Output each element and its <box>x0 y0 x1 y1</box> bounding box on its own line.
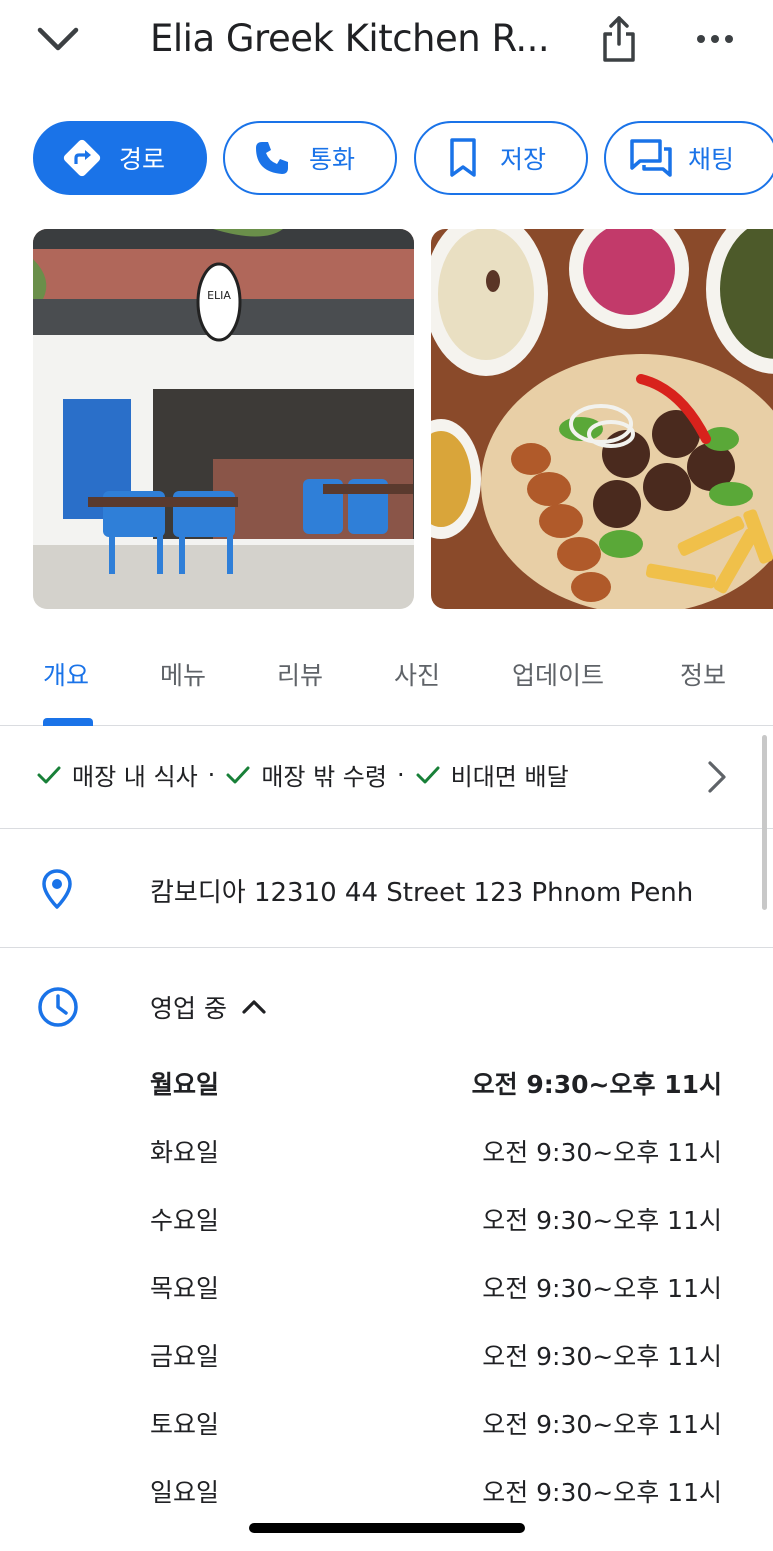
bookmark-icon <box>440 135 486 181</box>
hours-day: 금요일 <box>150 1342 220 1371</box>
check-icon <box>415 765 441 785</box>
check-icon <box>225 765 251 785</box>
service-takeout: 매장 밖 수령 <box>261 763 387 791</box>
photo-carousel: ELIA <box>33 229 773 609</box>
hours-day: 수요일 <box>150 1206 220 1235</box>
share-icon <box>603 16 635 62</box>
share-button[interactable] <box>594 12 644 66</box>
directions-button[interactable]: 경로 <box>33 121 207 195</box>
tab-about[interactable]: 정보 <box>680 656 726 692</box>
phone-icon <box>249 135 295 181</box>
service-options-row[interactable]: 매장 내 식사 · 매장 밖 수령 · 비대면 배달 <box>0 727 773 829</box>
check-icon <box>36 765 62 785</box>
more-horizontal-icon <box>697 35 733 43</box>
chat-icon <box>628 135 674 181</box>
tab-overview[interactable]: 개요 <box>43 656 89 692</box>
tab-reviews[interactable]: 리뷰 <box>277 656 323 692</box>
hours-row: 목요일 오전 9:30~오후 11시 <box>150 1269 722 1309</box>
chat-label: 채팅 <box>688 145 735 174</box>
tab-updates[interactable]: 업데이트 <box>512 656 604 692</box>
hours-time: 오전 9:30~오후 11시 <box>482 1478 722 1507</box>
service-separator: · <box>396 760 405 789</box>
food-photo[interactable] <box>431 229 773 609</box>
hours-time: 오전 9:30~오후 11시 <box>482 1274 722 1303</box>
more-button[interactable] <box>690 14 740 64</box>
hours-time: 오전 9:30~오후 11시 <box>482 1342 722 1371</box>
address-text: 캄보디아 12310 44 Street 123 Phnom Penh <box>150 878 694 908</box>
hours-row: 화요일 오전 9:30~오후 11시 <box>150 1133 722 1173</box>
service-delivery: 비대면 배달 <box>450 763 569 791</box>
hours-row: 월요일 오전 9:30~오후 11시 <box>150 1065 722 1105</box>
hours-time: 오전 9:30~오후 11시 <box>482 1206 722 1235</box>
chevron-up-icon <box>241 999 267 1015</box>
hours-time: 오전 9:30~오후 11시 <box>482 1410 722 1439</box>
hours-day: 목요일 <box>150 1274 220 1303</box>
address-row[interactable]: 캄보디아 12310 44 Street 123 Phnom Penh <box>0 830 773 948</box>
hours-time: 오전 9:30~오후 11시 <box>482 1138 722 1167</box>
service-dine-in: 매장 내 식사 <box>72 763 198 791</box>
hours-day: 일요일 <box>150 1478 220 1507</box>
save-button[interactable]: 저장 <box>414 121 588 195</box>
directions-icon <box>59 135 105 181</box>
hours-section: 영업 중 월요일 오전 9:30~오후 11시 화요일 오전 9:30~오후 1… <box>0 949 773 1509</box>
action-bar: 경로 통화 저장 채팅 <box>33 121 773 195</box>
back-button[interactable] <box>30 14 86 64</box>
hours-time: 오전 9:30~오후 11시 <box>471 1070 722 1099</box>
hours-row: 일요일 오전 9:30~오후 11시 <box>150 1473 722 1513</box>
call-label: 통화 <box>309 145 356 174</box>
home-indicator[interactable] <box>249 1523 525 1533</box>
tab-indicator <box>43 718 93 726</box>
location-pin-icon <box>40 868 74 914</box>
tab-menu[interactable]: 메뉴 <box>160 656 206 692</box>
hours-row: 금요일 오전 9:30~오후 11시 <box>150 1337 722 1377</box>
chat-button[interactable]: 채팅 <box>604 121 773 195</box>
hours-toggle[interactable]: 영업 중 <box>150 989 267 1025</box>
open-status: 영업 중 <box>150 994 227 1023</box>
chevron-down-icon <box>37 27 79 51</box>
sign-text: ELIA <box>207 289 231 302</box>
hours-day: 토요일 <box>150 1410 220 1439</box>
hours-row: 토요일 오전 9:30~오후 11시 <box>150 1405 722 1445</box>
tab-photos[interactable]: 사진 <box>394 656 440 692</box>
storefront-photo[interactable]: ELIA <box>33 229 414 609</box>
hours-day: 월요일 <box>150 1070 220 1099</box>
place-title: Elia Greek Kitchen R... <box>150 17 550 60</box>
chevron-right-icon <box>700 757 734 797</box>
service-options-list: 매장 내 식사 · 매장 밖 수령 · 비대면 배달 <box>36 757 569 792</box>
call-button[interactable]: 통화 <box>223 121 397 195</box>
header: Elia Greek Kitchen R... <box>0 0 773 90</box>
tab-bar: 개요 메뉴 리뷰 사진 업데이트 정보 <box>0 636 773 726</box>
hours-row: 수요일 오전 9:30~오후 11시 <box>150 1201 722 1241</box>
directions-label: 경로 <box>119 145 166 174</box>
save-label: 저장 <box>500 145 547 174</box>
service-separator: · <box>207 760 216 789</box>
hours-day: 화요일 <box>150 1138 220 1167</box>
clock-icon <box>36 985 80 1033</box>
